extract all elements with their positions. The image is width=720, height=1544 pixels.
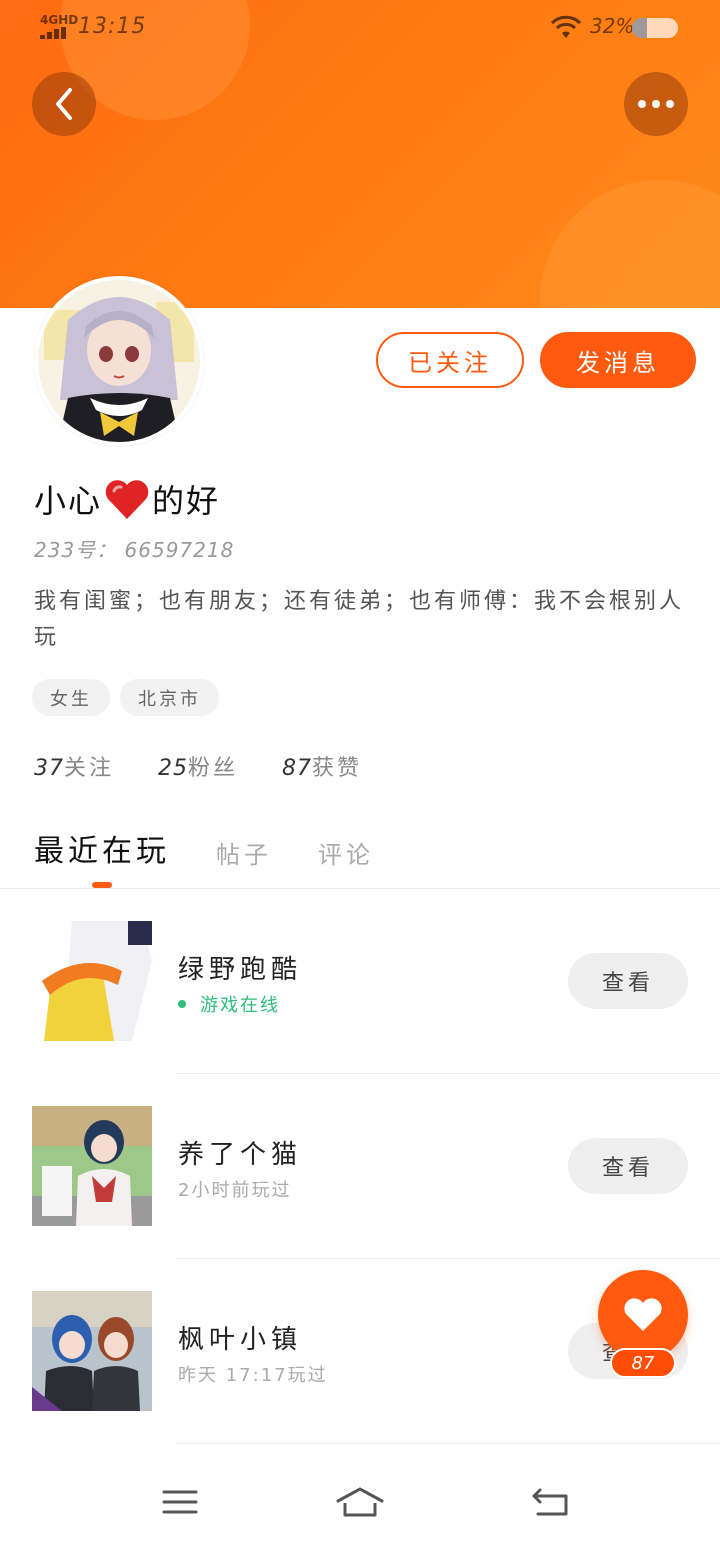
username: 小心 的好 — [34, 476, 220, 522]
online-dot-icon — [178, 1000, 186, 1008]
stat-following[interactable]: 37关注 — [34, 750, 114, 782]
game-thumbnail — [32, 1291, 152, 1411]
send-message-button[interactable]: 发消息 — [540, 332, 696, 388]
chevron-left-icon — [56, 88, 72, 120]
back-nav-icon — [532, 1488, 568, 1516]
stat-number: 87 — [282, 756, 313, 781]
game-status-text: 2小时前玩过 — [178, 1180, 292, 1201]
battery-percent: 32% — [590, 14, 635, 38]
game-status-text: 昨天 17:17玩过 — [178, 1365, 328, 1386]
wifi-icon — [550, 15, 582, 38]
view-game-button[interactable]: 查看 — [568, 1138, 688, 1194]
stat-number: 25 — [158, 756, 189, 781]
stat-label: 粉丝 — [188, 756, 239, 781]
back-button[interactable] — [32, 72, 96, 136]
decorative-circle — [540, 180, 720, 308]
profile-tabs: 最近在玩 帖子 评论 — [34, 826, 374, 870]
profile-stats: 37关注 25粉丝 87获赞 — [34, 750, 362, 782]
following-button[interactable]: 已关注 — [376, 332, 524, 388]
clock: 13:15 — [78, 14, 147, 39]
back-nav-button[interactable] — [525, 1480, 575, 1524]
menu-button[interactable] — [155, 1480, 205, 1524]
like-button[interactable] — [598, 1270, 688, 1360]
game-thumbnail — [32, 1106, 152, 1226]
divider — [176, 1443, 720, 1444]
user-id: 233号： 66597218 — [34, 538, 235, 562]
user-bio: 我有闺蜜；也有朋友；还有徒弟；也有师傅：我不会根别人玩 — [34, 589, 685, 650]
tag-gender: 女生 — [32, 679, 110, 716]
heart-icon — [105, 480, 149, 519]
heart-icon — [624, 1298, 662, 1331]
tab-recently-played[interactable]: 最近在玩 — [34, 826, 170, 870]
menu-icon — [162, 1490, 198, 1514]
profile-tags: 女生 北京市 — [32, 679, 219, 716]
game-status: 游戏在线 — [178, 991, 280, 1017]
username-part: 小心 — [34, 482, 103, 520]
username-part: 的好 — [152, 482, 221, 520]
stat-label: 关注 — [64, 756, 115, 781]
tab-comments[interactable]: 评论 — [318, 835, 374, 870]
battery-icon — [632, 18, 678, 38]
avatar[interactable] — [34, 276, 204, 446]
game-status-text: 游戏在线 — [200, 995, 280, 1016]
tag-city: 北京市 — [120, 679, 219, 716]
stat-likes: 87获赞 — [282, 750, 362, 782]
more-button[interactable] — [624, 72, 688, 136]
stat-number: 37 — [34, 756, 64, 781]
view-game-button[interactable]: 查看 — [568, 953, 688, 1009]
stat-label: 获赞 — [312, 756, 363, 781]
signal-icon — [40, 27, 70, 39]
game-name: 枫叶小镇 — [178, 1325, 303, 1355]
more-dots-icon — [638, 100, 674, 108]
tab-posts[interactable]: 帖子 — [216, 835, 272, 870]
list-item[interactable]: 绿野跑酷 游戏在线 查看 — [0, 889, 720, 1074]
like-count-badge: 87 — [610, 1348, 676, 1378]
home-icon — [336, 1487, 384, 1517]
list-item[interactable]: 养了个猫 2小时前玩过 查看 — [0, 1074, 720, 1259]
status-bar: 4GHD 13:15 32% — [0, 0, 720, 56]
game-name: 养了个猫 — [178, 1140, 303, 1170]
stat-fans[interactable]: 25粉丝 — [158, 750, 238, 782]
avatar-image — [38, 280, 200, 442]
system-nav-bar — [0, 1460, 720, 1544]
game-name: 绿野跑酷 — [178, 955, 303, 985]
network-type: 4GHD — [40, 13, 79, 27]
game-thumbnail — [32, 921, 152, 1041]
home-button[interactable] — [335, 1480, 385, 1524]
